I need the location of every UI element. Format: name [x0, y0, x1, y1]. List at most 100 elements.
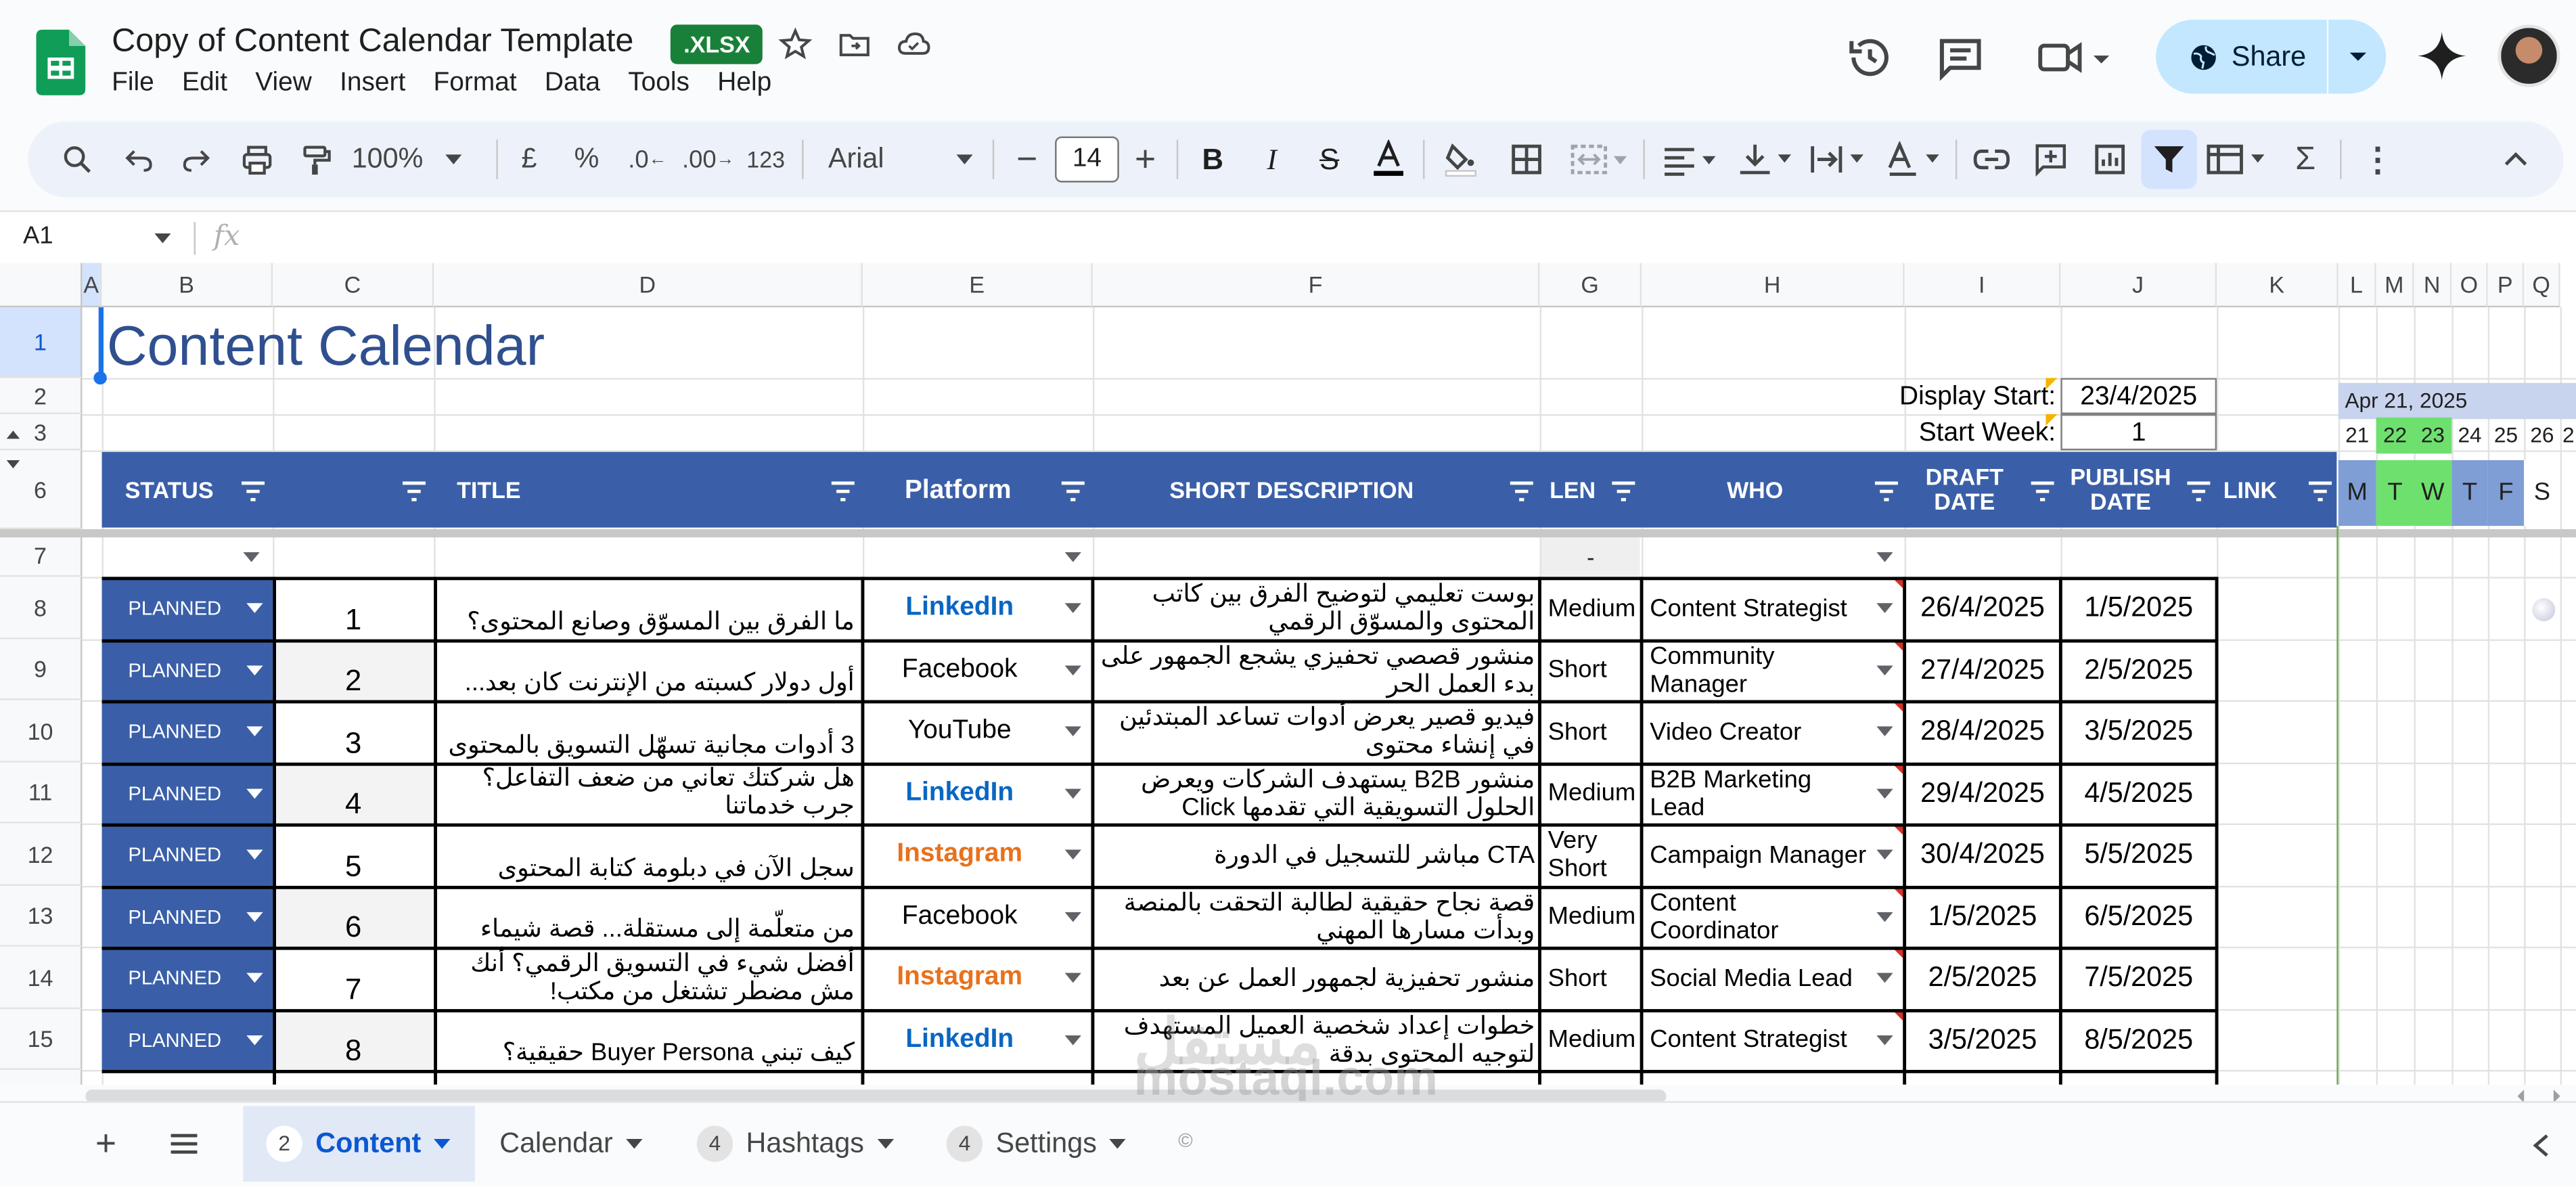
- chevron-down-icon[interactable]: [434, 1138, 451, 1149]
- percent-format-button[interactable]: %: [568, 122, 604, 198]
- spreadsheet-grid[interactable]: A B C D E F G H I J K L M N O P Q 1 2 3 …: [0, 263, 2576, 1085]
- length-cell[interactable]: Medium: [1541, 1009, 1640, 1070]
- publish-date-cell[interactable]: 5/5/2025: [2060, 824, 2217, 886]
- column-header-l[interactable]: L: [2338, 263, 2376, 308]
- column-filter-icon[interactable]: [2186, 481, 2212, 501]
- horizontal-align-icon[interactable]: [1656, 122, 1722, 198]
- row-number-cell[interactable]: 3: [273, 701, 434, 763]
- cloud-status-icon[interactable]: [896, 26, 932, 62]
- chevron-down-icon[interactable]: [243, 552, 260, 562]
- length-cell[interactable]: Medium: [1541, 763, 1640, 824]
- status-dropdown[interactable]: PLANNED: [101, 762, 273, 824]
- chevron-down-icon[interactable]: [1876, 788, 1893, 799]
- length-cell[interactable]: Short: [1541, 700, 1640, 763]
- chevron-down-icon[interactable]: [1064, 788, 1081, 799]
- merge-cells-icon[interactable]: [1564, 122, 1633, 198]
- chevron-down-icon[interactable]: [1876, 911, 1893, 922]
- status-dropdown[interactable]: PLANNED: [101, 946, 273, 1010]
- share-button[interactable]: Share: [2156, 20, 2387, 94]
- insert-link-icon[interactable]: [1968, 122, 2014, 198]
- chevron-down-icon[interactable]: [1064, 726, 1081, 736]
- row-header-7[interactable]: 7: [0, 535, 83, 577]
- draft-date-cell[interactable]: 2/5/2025: [1905, 947, 2061, 1009]
- sheets-logo-icon[interactable]: [36, 29, 86, 95]
- len-summary-cell[interactable]: -: [1541, 537, 1640, 577]
- start-week-input[interactable]: 1: [2060, 413, 2217, 451]
- menu-help[interactable]: Help: [717, 69, 771, 99]
- description-cell[interactable]: فيديو قصير يعرض أدوات تساعد المبتدئين في…: [1094, 700, 1538, 763]
- row-header-10[interactable]: 10: [0, 700, 83, 763]
- draft-date-cell[interactable]: 29/4/2025: [1905, 763, 2061, 824]
- header-title[interactable]: TITLE: [434, 452, 863, 528]
- description-cell[interactable]: منشور تحفيزية لجمهور العمل عن بعد: [1094, 947, 1538, 1009]
- menu-data[interactable]: Data: [545, 69, 600, 99]
- more-options-icon[interactable]: ⋮: [2359, 122, 2395, 198]
- row-number-cell[interactable]: 5: [273, 825, 434, 886]
- column-header-a[interactable]: A: [82, 263, 102, 308]
- title-cell[interactable]: سجل الآن في دبلومة كتابة المحتوى: [437, 824, 861, 886]
- menu-format[interactable]: Format: [434, 69, 517, 99]
- who-cell[interactable]: Content Strategist: [1644, 577, 1903, 639]
- row-header-1[interactable]: 1: [0, 307, 83, 378]
- zoom-select[interactable]: 100%: [352, 122, 483, 198]
- platform-cell[interactable]: Facebook: [864, 886, 1091, 947]
- status-dropdown[interactable]: PLANNED: [101, 639, 273, 700]
- column-filter-icon[interactable]: [830, 481, 856, 501]
- sheet-tab-settings[interactable]: 4 Settings: [924, 1106, 1154, 1182]
- column-header-m[interactable]: M: [2376, 263, 2414, 308]
- name-box[interactable]: A1: [23, 222, 53, 250]
- row-number-cell[interactable]: 7: [273, 948, 434, 1010]
- column-header-o[interactable]: O: [2451, 263, 2488, 308]
- row-header-14[interactable]: 14: [0, 946, 83, 1010]
- chevron-down-icon[interactable]: [1876, 552, 1893, 562]
- draft-date-cell[interactable]: 28/4/2025: [1905, 700, 2061, 763]
- paint-format-icon[interactable]: [292, 122, 338, 198]
- share-main-button[interactable]: Share: [2156, 20, 2325, 93]
- chevron-down-icon[interactable]: [1876, 972, 1893, 983]
- chevron-down-icon[interactable]: [1064, 603, 1081, 613]
- chevron-down-icon[interactable]: [1064, 849, 1081, 860]
- column-filter-icon[interactable]: [401, 481, 428, 501]
- title-cell[interactable]: كيف تبني Buyer Persona حقيقية؟: [437, 1009, 861, 1070]
- description-cell[interactable]: قصة نجاح حقيقية لطالبة التحقت بالمنصة وب…: [1094, 886, 1538, 947]
- length-cell[interactable]: Medium: [1541, 886, 1640, 947]
- draft-date-cell[interactable]: 26/4/2025: [1905, 577, 2061, 639]
- chevron-down-icon[interactable]: [246, 665, 263, 675]
- column-header-g[interactable]: G: [1539, 263, 1642, 308]
- text-wrapping-icon[interactable]: [1804, 122, 1870, 198]
- collapse-toolbar-icon[interactable]: [2494, 122, 2537, 198]
- column-filter-icon[interactable]: [2029, 481, 2056, 501]
- platform-cell[interactable]: Facebook: [864, 640, 1091, 700]
- column-header-d[interactable]: D: [434, 263, 863, 308]
- column-header-h[interactable]: H: [1642, 263, 1905, 308]
- title-cell[interactable]: هل شركتك تعاني من ضعف التفاعل؟ جرب خدمات…: [437, 763, 861, 824]
- comments-icon[interactable]: [1936, 33, 1985, 83]
- column-header-n[interactable]: N: [2414, 263, 2452, 308]
- menu-edit[interactable]: Edit: [182, 69, 227, 99]
- decrease-font-size-icon[interactable]: −: [1009, 122, 1045, 198]
- column-header-q[interactable]: Q: [2524, 263, 2560, 308]
- share-options-button[interactable]: [2326, 20, 2386, 94]
- chevron-down-icon[interactable]: [1064, 552, 1081, 562]
- who-cell[interactable]: Community Manager: [1644, 640, 1903, 700]
- column-filter-icon[interactable]: [2307, 481, 2334, 501]
- menu-tools[interactable]: Tools: [628, 69, 690, 99]
- column-header-p[interactable]: P: [2487, 263, 2525, 308]
- print-icon[interactable]: [233, 122, 279, 198]
- column-header-b[interactable]: B: [101, 263, 273, 308]
- text-rotation-icon[interactable]: [1880, 122, 1945, 198]
- chevron-down-icon[interactable]: [1064, 911, 1081, 922]
- undo-icon[interactable]: [118, 122, 161, 198]
- length-cell[interactable]: Short: [1541, 947, 1640, 1009]
- chevron-down-icon[interactable]: [1064, 1034, 1081, 1045]
- who-cell[interactable]: Content Coordinator: [1644, 886, 1903, 947]
- italic-icon[interactable]: I: [1252, 122, 1292, 198]
- filter-views-icon[interactable]: [2202, 122, 2274, 198]
- row-number-cell[interactable]: 8: [273, 1010, 434, 1070]
- platform-cell[interactable]: Instagram: [864, 824, 1091, 886]
- chevron-down-icon[interactable]: [1876, 726, 1893, 736]
- length-cell[interactable]: Short: [1541, 640, 1640, 700]
- publish-date-cell[interactable]: 1/5/2025: [2060, 577, 2217, 639]
- column-header-e[interactable]: E: [862, 263, 1093, 308]
- insert-comment-icon[interactable]: [2028, 122, 2074, 198]
